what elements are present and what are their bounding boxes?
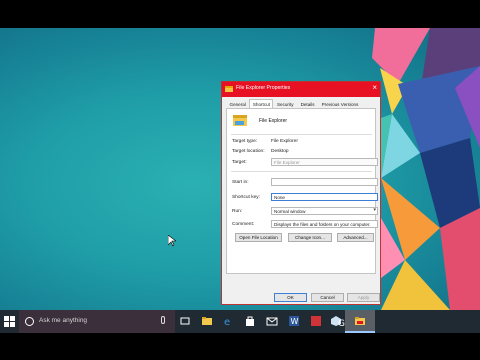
target-type-label: Target type: — [232, 139, 258, 144]
open-file-location-button[interactable]: Open File Location — [235, 233, 282, 242]
letterbox-bottom — [0, 333, 480, 360]
dialog-titlebar[interactable]: File Explorer Properties × — [222, 82, 380, 97]
divider — [231, 134, 372, 135]
comment-label: Comment: — [232, 222, 255, 227]
properties-dialog[interactable]: File Explorer Properties × General Short… — [221, 81, 381, 305]
ok-button[interactable]: OK — [274, 293, 307, 302]
tab-shortcut[interactable]: Shortcut — [249, 99, 274, 108]
mouse-cursor-icon — [168, 235, 176, 247]
search-placeholder: Ask me anything — [39, 317, 88, 324]
dialog-title: File Explorer Properties — [236, 85, 291, 91]
shortcut-panel: File Explorer Target type: File Explorer… — [226, 108, 378, 274]
tab-bar: General Shortcut Security Details Previo… — [226, 99, 362, 108]
svg-text:G: G — [338, 319, 345, 328]
red-app-icon[interactable] — [310, 315, 322, 327]
edge-icon[interactable]: e — [223, 315, 235, 327]
apply-button[interactable]: Apply — [347, 293, 380, 302]
folder-icon — [225, 86, 233, 92]
app-name: File Explorer — [259, 118, 288, 124]
run-label: Run: — [232, 209, 243, 214]
advanced-button[interactable]: Advanced... — [337, 233, 374, 242]
store-icon[interactable] — [244, 315, 256, 327]
task-view-icon[interactable] — [179, 315, 191, 327]
tab-previous-versions[interactable]: Previous Versions — [318, 99, 362, 108]
target-location-value: Desktop — [271, 149, 289, 154]
target-location-label: Target location: — [232, 149, 265, 154]
comment-field[interactable]: Displays the files and folders on your c… — [271, 220, 378, 228]
shortcut-key-field[interactable]: None — [271, 193, 378, 201]
green-app-icon[interactable]: G — [336, 316, 348, 328]
change-icon-button[interactable]: Change Icon... — [288, 233, 332, 242]
shortcut-key-label: Shortcut key: — [232, 195, 260, 200]
start-windows-icon[interactable] — [4, 316, 15, 327]
microphone-icon[interactable] — [161, 316, 165, 324]
svg-text:W: W — [291, 317, 299, 326]
target-type-value: File Explorer — [271, 139, 298, 144]
start-in-label: Start in: — [232, 180, 249, 185]
target-field[interactable]: File Explorer — [271, 158, 378, 166]
svg-text:e: e — [224, 317, 230, 327]
letterbox-top — [0, 0, 480, 28]
run-select[interactable]: Normal window — [271, 207, 378, 215]
cortana-icon — [25, 317, 34, 326]
tab-general[interactable]: General — [226, 99, 249, 108]
taskbar: Ask me anything e W G — [0, 310, 480, 333]
word-icon[interactable]: W — [288, 315, 300, 327]
divider — [231, 171, 372, 172]
cancel-button[interactable]: Cancel — [311, 293, 344, 302]
close-icon[interactable]: × — [372, 84, 377, 92]
tab-details[interactable]: Details — [297, 99, 318, 108]
start-in-field[interactable] — [271, 178, 378, 186]
file-explorer-icon[interactable] — [201, 315, 213, 327]
tab-security[interactable]: Security — [273, 99, 297, 108]
file-explorer-properties-icon[interactable] — [354, 315, 366, 327]
target-label: Target: — [232, 160, 247, 165]
file-explorer-icon — [233, 115, 247, 126]
cortana-search-box[interactable]: Ask me anything — [19, 310, 175, 333]
mail-icon[interactable] — [266, 315, 278, 327]
